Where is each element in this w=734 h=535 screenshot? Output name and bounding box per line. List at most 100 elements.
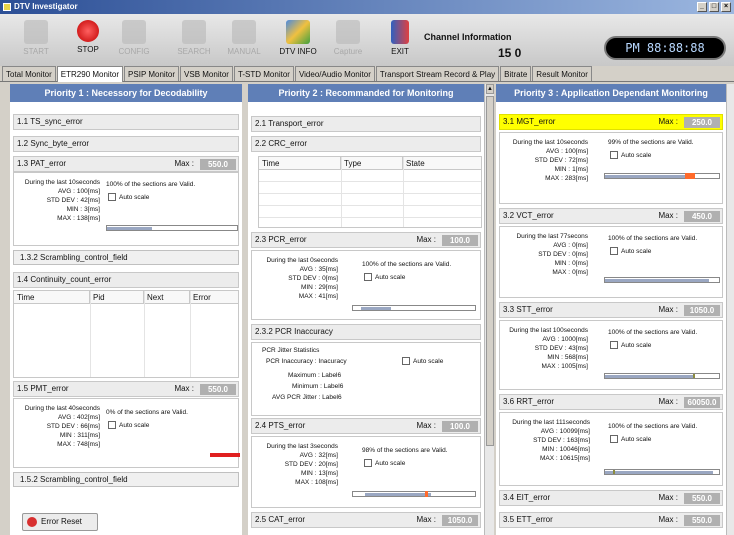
vct-auto-scale-checkbox[interactable]: [610, 247, 618, 255]
scroll-up-arrow-icon[interactable]: ▲: [486, 84, 494, 94]
minimize-button[interactable]: _: [697, 2, 707, 12]
pmt-error-label: 1.5 PMT_error: [17, 384, 69, 393]
window-title: DTV Investigator: [14, 2, 78, 11]
pat-auto-scale[interactable]: Auto scale: [108, 193, 149, 201]
pmt-error[interactable]: 1.5 PMT_error Max : 550.0: [13, 381, 239, 397]
config-button[interactable]: CONFIG: [112, 20, 156, 56]
capture-icon: [336, 20, 360, 44]
pmt-std: 66[ms]: [80, 423, 100, 430]
pat-stats: During the last 10seconds AVG :100[ms] S…: [13, 172, 239, 246]
config-icon: [122, 20, 146, 44]
scrambling-control-field-1[interactable]: 1.3.2 Scrambling_control_field: [13, 250, 239, 265]
pcr-auto-scale-checkbox[interactable]: [364, 273, 372, 281]
transport-error[interactable]: 2.1 Transport_error: [251, 116, 481, 132]
mgt-auto-scale-checkbox[interactable]: [610, 151, 618, 159]
stt-std: 43[ms]: [568, 345, 588, 352]
start-button[interactable]: START: [14, 20, 58, 56]
rrt-max-label: Max :: [658, 397, 678, 406]
tab-video-audio-monitor[interactable]: Video/Audio Monitor: [294, 66, 375, 81]
eit-error[interactable]: 3.4 EIT_error Max : 550.0: [499, 490, 723, 506]
rrt-auto-scale-checkbox[interactable]: [610, 435, 618, 443]
eit-max-value: 550.0: [684, 493, 720, 504]
mgt-std: 72[ms]: [568, 157, 588, 164]
vct-error[interactable]: 3.2 VCT_error Max : 450.0: [499, 208, 723, 224]
ts-sync-error[interactable]: 1.1 TS_sync_error: [13, 114, 239, 130]
mgt-error[interactable]: 3.1 MGT_error Max : 250.0: [499, 114, 723, 130]
pmt-auto-scale[interactable]: Auto scale: [108, 421, 149, 429]
vct-std: 0[ms]: [572, 251, 588, 258]
vct-auto-scale[interactable]: Auto scale: [610, 247, 651, 255]
vct-error-label: 3.2 VCT_error: [503, 211, 554, 220]
exit-button[interactable]: EXIT: [378, 20, 422, 56]
toolbar: START STOP CONFIG SEARCH MANUAL DTV INFO…: [0, 14, 734, 66]
close-button[interactable]: ×: [721, 2, 731, 12]
tab-bitrate[interactable]: Bitrate: [500, 66, 532, 81]
pcr-max-value: 100.0: [442, 235, 478, 246]
pat-during: During the last 10seconds: [24, 179, 100, 186]
error-reset-button[interactable]: Error Reset: [22, 513, 98, 531]
cat-max-label: Max :: [416, 515, 436, 524]
vct-min: 0[ms]: [572, 260, 588, 267]
stt-max-label: Max :: [658, 305, 678, 314]
mgt-stats: During the last 10seconds AVG :100[ms] S…: [499, 132, 723, 204]
priority3-header: Priority 3 : Application Dependant Monit…: [496, 84, 726, 102]
pts-max-label: Max :: [416, 421, 436, 430]
stt-stats: During the last 100seconds AVG :1000[ms]…: [499, 320, 723, 390]
pts-auto-scale-checkbox[interactable]: [364, 459, 372, 467]
tab-etr290-monitor[interactable]: ETR290 Monitor: [56, 66, 124, 82]
pcr-inaccuracy-auto-scale[interactable]: Auto scale: [402, 357, 443, 365]
vct-avg: 0[ms]: [572, 242, 588, 249]
search-button[interactable]: SEARCH: [172, 20, 216, 56]
sync-byte-error[interactable]: 1.2 Sync_byte_error: [13, 136, 239, 152]
stop-button[interactable]: STOP: [66, 20, 110, 54]
pts-error[interactable]: 2.4 PTS_error Max : 100.0: [251, 418, 481, 434]
crc-table: Time Type State: [258, 156, 482, 228]
pcr-jitter-stats-label: PCR Jitter Statistics: [262, 347, 320, 354]
pcr-inaccuracy-auto-scale-checkbox[interactable]: [402, 357, 410, 365]
stt-auto-scale[interactable]: Auto scale: [610, 341, 651, 349]
tab-result-monitor[interactable]: Result Monitor: [532, 66, 592, 81]
capture-button[interactable]: Capture: [326, 20, 370, 56]
pcr-error-label: 2.3 PCR_error: [255, 235, 307, 244]
window-title-bar: DTV Investigator _ □ ×: [0, 0, 734, 14]
pat-auto-scale-checkbox[interactable]: [108, 193, 116, 201]
pmt-auto-scale-checkbox[interactable]: [108, 421, 116, 429]
pmt-min: 311[ms]: [77, 432, 100, 439]
tab-ts-record-play[interactable]: Transport Stream Record & Play: [375, 66, 500, 81]
rrt-auto-scale[interactable]: Auto scale: [610, 435, 651, 443]
manual-button[interactable]: MANUAL: [222, 20, 266, 56]
exit-icon: [391, 20, 409, 44]
priority2-scrollbar[interactable]: ▲: [484, 84, 494, 535]
pts-auto-scale[interactable]: Auto scale: [364, 459, 405, 467]
maximize-button[interactable]: □: [709, 2, 719, 12]
pcr-during: During the last 0seconds: [266, 257, 338, 264]
scrambling-control-field-2[interactable]: 1.5.2 Scrambling_control_field: [13, 472, 239, 487]
tab-psip-monitor[interactable]: PSIP Monitor: [124, 66, 180, 81]
tab-tstd-monitor[interactable]: T-STD Monitor: [233, 66, 294, 81]
pts-avg: 32[ms]: [318, 452, 338, 459]
rrt-max: 10615[ms]: [559, 455, 590, 462]
pat-error[interactable]: 1.3 PAT_error Max : 550.0: [13, 156, 239, 172]
mgt-auto-scale[interactable]: Auto scale: [610, 151, 651, 159]
mgt-max-value: 250.0: [684, 117, 720, 128]
crc-table-header: Time Type State: [259, 157, 481, 170]
continuity-count-error[interactable]: 1.4 Continuity_count_error: [13, 272, 239, 288]
pcr-inaccuracy[interactable]: 2.3.2 PCR Inaccuracy: [251, 324, 481, 340]
dtv-info-button[interactable]: DTV INFO: [276, 20, 320, 56]
ett-max-value: 550.0: [684, 515, 720, 526]
rrt-error[interactable]: 3.6 RRT_error Max : 60050.0: [499, 394, 723, 410]
priority3-scrollbar[interactable]: [726, 84, 734, 535]
rrt-valid-text: 100% of the sections are Valid.: [608, 423, 698, 430]
stt-auto-scale-checkbox[interactable]: [610, 341, 618, 349]
scroll-thumb[interactable]: [486, 96, 494, 446]
pcr-auto-scale[interactable]: Auto scale: [364, 273, 405, 281]
vct-max-value: 450.0: [684, 211, 720, 222]
pcr-error[interactable]: 2.3 PCR_error Max : 100.0: [251, 232, 481, 248]
stt-error[interactable]: 3.3 STT_error Max : 1050.0: [499, 302, 723, 318]
tab-vsb-monitor[interactable]: VSB Monitor: [180, 66, 233, 81]
ett-error-label: 3.5 ETT_error: [503, 515, 553, 524]
ett-error[interactable]: 3.5 ETT_error Max : 550.0: [499, 512, 723, 528]
tab-total-monitor[interactable]: Total Monitor: [2, 66, 56, 81]
crc-error[interactable]: 2.2 CRC_error: [251, 136, 481, 152]
cat-error[interactable]: 2.5 CAT_error Max : 1050.0: [251, 512, 481, 528]
